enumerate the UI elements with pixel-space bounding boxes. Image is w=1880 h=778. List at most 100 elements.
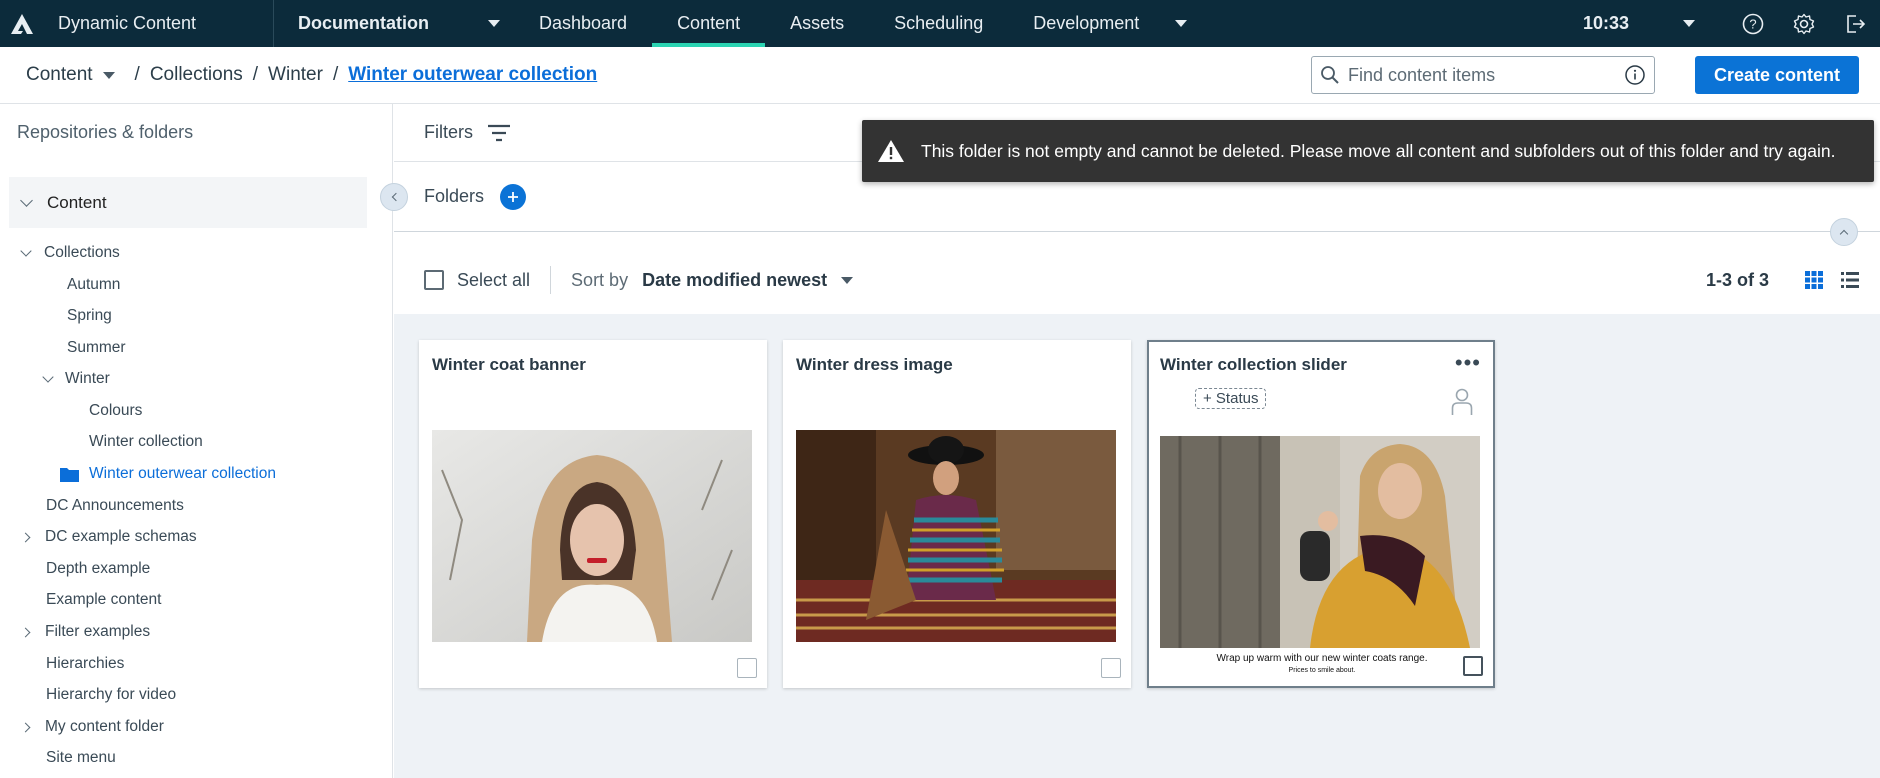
sidebar-item-dc-announcements[interactable]: DC Announcements xyxy=(46,495,184,517)
breadcrumb-current[interactable]: Winter outerwear collection xyxy=(348,64,597,86)
chevron-down-icon[interactable] xyxy=(20,194,33,207)
content-card[interactable]: Winter coat banner xyxy=(419,340,767,688)
logout-icon[interactable] xyxy=(1829,0,1880,47)
sidebar-item-spring[interactable]: Spring xyxy=(67,305,112,327)
grid-view-icon[interactable] xyxy=(1804,270,1824,290)
settings-icon[interactable] xyxy=(1778,0,1829,47)
sidebar-item-label: Winter xyxy=(65,370,110,387)
card-select-checkbox[interactable] xyxy=(737,658,757,678)
tab-scheduling[interactable]: Scheduling xyxy=(869,0,1008,47)
chevron-right-icon[interactable] xyxy=(20,722,31,732)
chevron-down-icon xyxy=(841,276,854,284)
chevron-down-icon[interactable] xyxy=(20,245,32,257)
breadcrumb-item-winter[interactable]: Winter xyxy=(268,64,323,86)
breadcrumb-item-collections[interactable]: Collections xyxy=(150,64,243,86)
add-status-button[interactable]: + Status xyxy=(1195,388,1267,409)
card-title: Winter collection slider xyxy=(1160,355,1347,374)
chevron-down-icon xyxy=(1683,20,1695,27)
sidebar-item-winter[interactable]: Winter xyxy=(42,368,110,390)
assignee-icon[interactable] xyxy=(1451,388,1473,416)
sort-dropdown[interactable]: Date modified newest xyxy=(628,270,854,291)
chevron-down-icon[interactable] xyxy=(1175,20,1188,27)
sidebar-item-label: DC example schemas xyxy=(45,528,197,545)
toast-message: This folder is not empty and cannot be d… xyxy=(921,140,1836,161)
sidebar-item-hierarchy-for-video[interactable]: Hierarchy for video xyxy=(46,684,176,706)
sidebar-item-winter-outerwear-collection[interactable]: Winter outerwear collection xyxy=(60,463,276,485)
sidebar-item-winter-collection[interactable]: Winter collection xyxy=(89,431,203,453)
clock-time: 10:33 xyxy=(1582,13,1629,33)
sidebar-item-label: My content folder xyxy=(45,718,164,735)
app-title: Dynamic Content xyxy=(58,13,197,33)
sidebar-item-my-content-folder[interactable]: My content folder xyxy=(20,716,164,738)
card-thumbnail-image xyxy=(1160,436,1480,648)
clock-dropdown[interactable]: 10:33 xyxy=(1583,13,1695,34)
sidebar-item-hierarchies[interactable]: Hierarchies xyxy=(46,653,124,675)
add-folder-button[interactable] xyxy=(500,183,527,210)
card-title: Winter dress image xyxy=(796,355,953,374)
workspace-name: Documentation xyxy=(298,13,430,33)
collapse-sidebar-button[interactable] xyxy=(380,183,408,211)
list-view-icon[interactable] xyxy=(1840,270,1860,290)
sidebar-item-filter-examples[interactable]: Filter examples xyxy=(20,621,150,643)
slider-caption: Wrap up warm with our new winter coats r… xyxy=(1216,653,1428,664)
workspace-selector[interactable]: Documentation xyxy=(274,13,514,34)
card-select-checkbox[interactable] xyxy=(1463,656,1483,676)
amplience-logo-icon[interactable] xyxy=(2,0,42,47)
content-toolbar: Select all Sort by Date modified newest … xyxy=(394,246,1880,314)
sidebar-item-dc-example-schemas[interactable]: DC example schemas xyxy=(20,526,197,548)
search-placeholder: Find content items xyxy=(1348,64,1496,85)
slider-subcaption: Prices to smile about. xyxy=(1288,667,1356,674)
tab-development-label: Development xyxy=(1033,13,1140,33)
select-all-checkbox[interactable] xyxy=(424,270,444,290)
sidebar-item-collections[interactable]: Collections xyxy=(20,242,120,264)
svg-text:?: ? xyxy=(1749,16,1756,31)
filters-label[interactable]: Filters xyxy=(424,122,473,143)
tab-dashboard[interactable]: Dashboard xyxy=(514,0,652,47)
create-content-button[interactable]: Create content xyxy=(1695,56,1859,94)
info-icon[interactable] xyxy=(1624,64,1646,86)
select-all-label[interactable]: Select all xyxy=(457,270,530,291)
error-toast: This folder is not empty and cannot be d… xyxy=(862,120,1874,182)
tab-content[interactable]: Content xyxy=(652,0,766,47)
folder-icon xyxy=(60,468,79,482)
chevron-right-icon[interactable] xyxy=(20,627,31,637)
sidebar-item-summer[interactable]: Summer xyxy=(67,337,126,359)
search-icon xyxy=(1321,66,1339,84)
help-icon[interactable]: ? xyxy=(1727,0,1778,47)
sidebar-item-example-content[interactable]: Example content xyxy=(46,589,161,611)
tab-assets[interactable]: Assets xyxy=(765,0,869,47)
tab-development[interactable]: Development xyxy=(1008,0,1212,47)
breadcrumb-root[interactable]: Content xyxy=(26,64,93,86)
collapse-folders-button[interactable] xyxy=(1830,218,1858,246)
folders-label: Folders xyxy=(424,186,485,206)
divider xyxy=(550,266,552,294)
chevron-down-icon[interactable] xyxy=(42,371,54,383)
card-thumbnail-image xyxy=(432,430,752,642)
filter-icon[interactable] xyxy=(487,124,511,142)
card-title: Winter coat banner xyxy=(432,355,586,374)
content-grid: Winter coat banner Winter dress image Wi… xyxy=(394,314,1880,778)
breadcrumb-separator: / xyxy=(252,64,259,85)
chevron-down-icon[interactable] xyxy=(102,71,115,79)
sidebar-item-colours[interactable]: Colours xyxy=(89,400,142,422)
sidebar-root-content[interactable]: Content xyxy=(9,177,367,228)
content-card[interactable]: Winter dress image xyxy=(783,340,1131,688)
top-navigation-bar: Dynamic Content Documentation Dashboard … xyxy=(0,0,1880,47)
more-options-icon[interactable]: ••• xyxy=(1455,352,1481,374)
card-select-checkbox[interactable] xyxy=(1101,658,1121,678)
card-thumbnail-image xyxy=(796,430,1116,642)
plus-icon xyxy=(508,191,519,202)
content-card[interactable]: Winter collection slider ••• + Status Wr… xyxy=(1147,340,1495,688)
sidebar-item-depth-example[interactable]: Depth example xyxy=(46,558,150,580)
chevron-up-icon xyxy=(1839,229,1849,239)
sidebar-item-autumn[interactable]: Autumn xyxy=(67,274,120,296)
sidebar-item-label: Collections xyxy=(44,244,120,261)
results-count: 1-3 of 3 xyxy=(1706,269,1770,290)
breadcrumb-bar: Content / Collections / Winter / Winter … xyxy=(0,47,1880,104)
chevron-left-icon xyxy=(391,192,400,202)
breadcrumb-separator: / xyxy=(134,64,140,85)
chevron-right-icon[interactable] xyxy=(20,532,31,542)
breadcrumb-separator: / xyxy=(332,64,339,85)
search-input[interactable]: Find content items xyxy=(1311,56,1655,94)
sidebar-item-site-menu[interactable]: Site menu xyxy=(46,747,116,769)
